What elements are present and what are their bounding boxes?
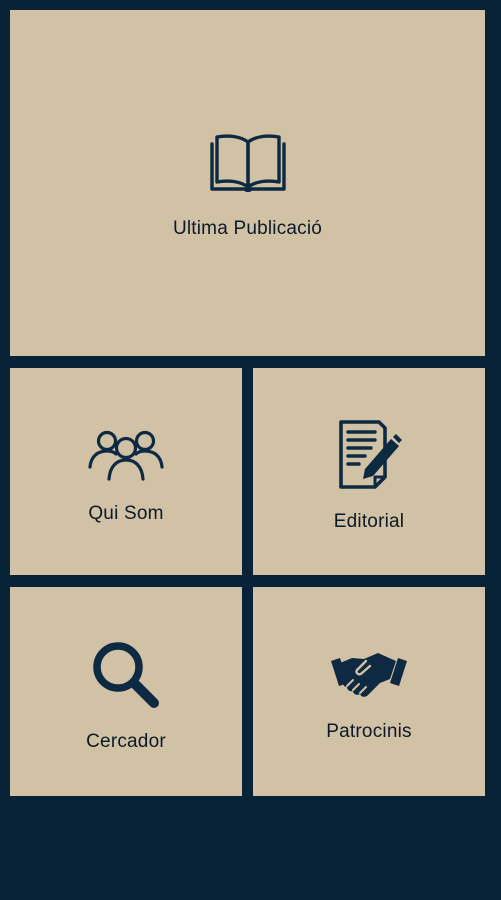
document-edit-icon [335,419,403,491]
tile-label: Ultima Publicació [172,218,323,239]
open-book-icon [209,132,286,193]
tile-editorial[interactable]: Editorial [253,368,485,575]
tile-label: Qui Som [88,502,164,524]
tile-label: Patrocinis [326,720,412,742]
search-icon [90,639,162,711]
tile-cercador[interactable]: Cercador [10,587,242,796]
tile-ultima-publicacio[interactable]: Ultima Publicació [10,10,485,356]
tile-qui-som[interactable]: Qui Som [10,368,242,575]
app-screen: { "colors": { "background": "#082238", "… [0,0,501,900]
tile-patrocinis[interactable]: Patrocinis [253,587,485,796]
tile-label: Editorial [333,510,405,532]
handshake-icon [330,649,408,701]
people-group-icon [87,427,165,483]
tile-label: Cercador [86,730,166,752]
